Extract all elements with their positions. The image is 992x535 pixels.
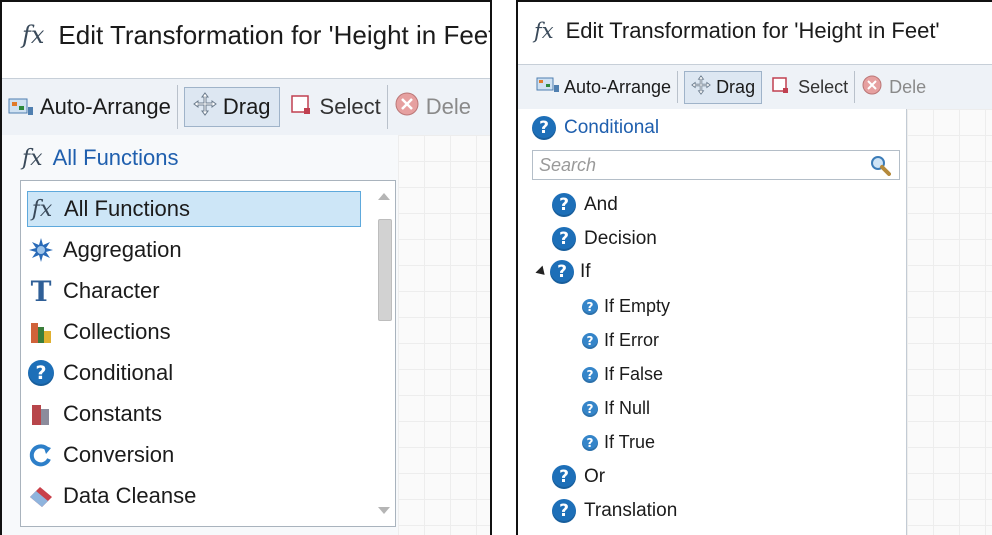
panel-frame [0, 0, 492, 535]
transformation-editor-panel-1: fx Edit Transformation for 'Height in Fe… [0, 0, 492, 535]
transformation-editor-panel-2: fx Edit Transformation for 'Height in Fe… [516, 0, 992, 535]
panel-frame [516, 0, 992, 535]
